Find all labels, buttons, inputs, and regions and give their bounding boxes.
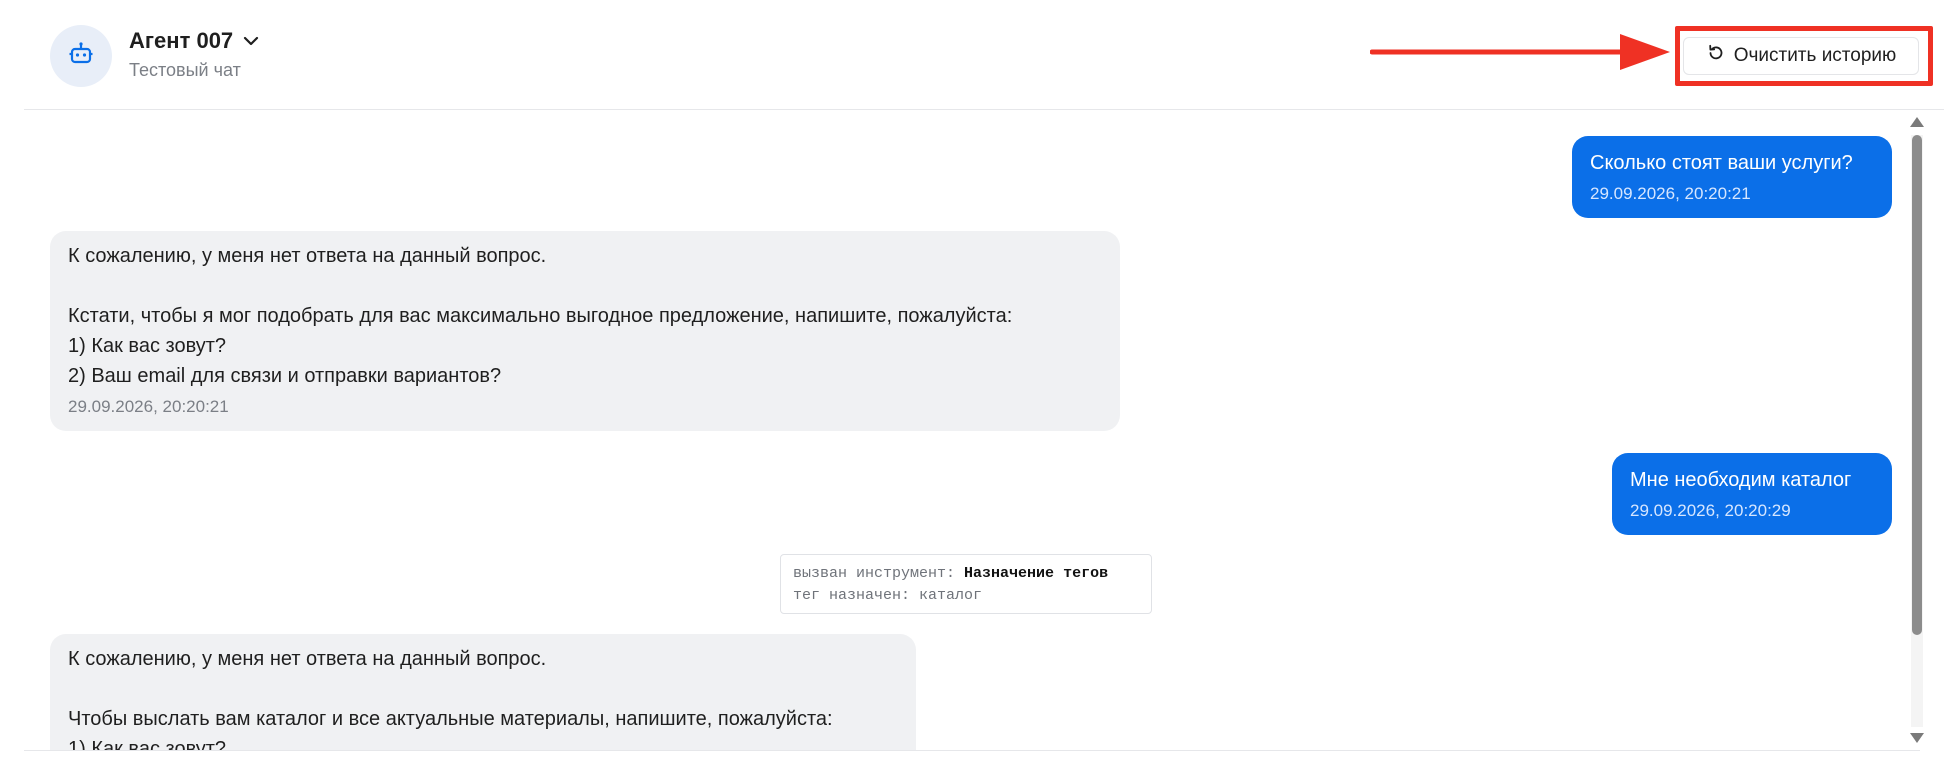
bot-message: К сожалению, у меня нет ответа на данный…	[50, 634, 916, 751]
chat-subtitle: Тестовый чат	[129, 60, 241, 80]
message-text: К сожалению, у меня нет ответа на данный…	[68, 245, 1013, 387]
clear-history-label: Очистить историю	[1733, 45, 1897, 66]
chat-scrollbar[interactable]	[1908, 111, 1926, 751]
chevron-down-icon	[241, 31, 261, 51]
message-list[interactable]: Сколько стоят ваши услуги? 29.09.2026, 2…	[24, 111, 1920, 751]
scroll-thumb[interactable]	[1912, 135, 1922, 635]
tag-assigned-line: тег назначен: каталог	[793, 585, 1139, 607]
clear-history-button[interactable]: Очистить историю	[1683, 37, 1919, 75]
tool-call-card: вызван инструмент: Назначение тегов тег …	[780, 554, 1152, 614]
tag-value: каталог	[919, 587, 983, 604]
annotation-arrow-icon	[1370, 34, 1670, 70]
bot-message: К сожалению, у меня нет ответа на данный…	[50, 231, 1120, 431]
tool-name: Назначение тегов	[964, 565, 1109, 582]
tool-called-label: вызван инструмент:	[793, 565, 956, 582]
scroll-up-arrow-icon[interactable]	[1910, 117, 1924, 127]
scroll-down-arrow-icon[interactable]	[1910, 733, 1924, 743]
divider	[24, 750, 1920, 751]
user-message: Мне необходим каталог 29.09.2026, 20:20:…	[1612, 453, 1892, 535]
user-message: Сколько стоят ваши услуги? 29.09.2026, 2…	[1572, 136, 1892, 218]
bot-avatar	[50, 25, 112, 87]
message-text: Мне необходим каталог	[1630, 469, 1852, 491]
message-text: Сколько стоят ваши услуги?	[1590, 152, 1853, 174]
message-timestamp: 29.09.2026, 20:20:21	[68, 397, 229, 416]
robot-icon	[68, 41, 94, 72]
agent-selector[interactable]: Агент 007	[129, 28, 261, 54]
tag-label: тег назначен:	[793, 587, 911, 604]
agent-name: Агент 007	[129, 28, 234, 53]
message-timestamp: 29.09.2026, 20:20:21	[1590, 184, 1751, 203]
tool-call-line: вызван инструмент: Назначение тегов	[793, 563, 1139, 585]
refresh-icon	[1706, 43, 1726, 69]
message-text: К сожалению, у меня нет ответа на данный…	[68, 648, 833, 751]
message-timestamp: 29.09.2026, 20:20:29	[1630, 501, 1791, 520]
